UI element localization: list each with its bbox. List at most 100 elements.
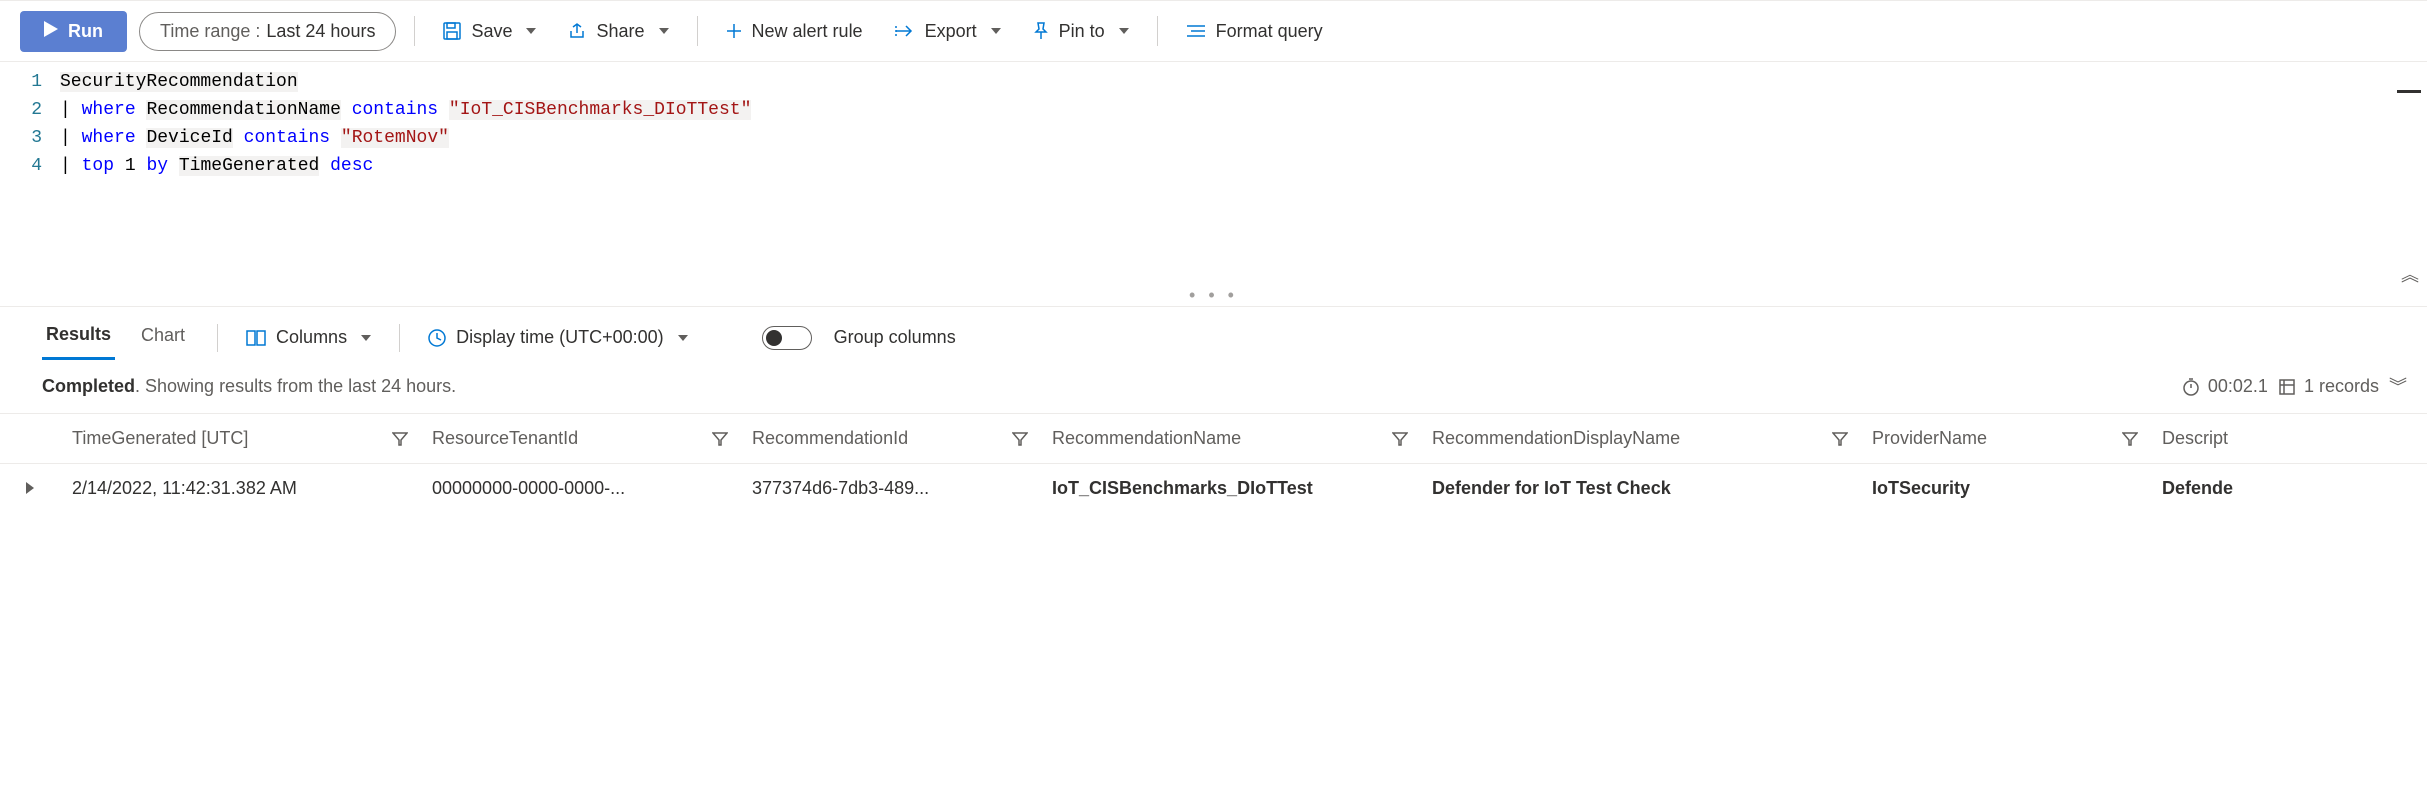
group-columns-label: Group columns <box>834 327 956 348</box>
token-string: "RotemNov" <box>341 128 449 148</box>
status-completed: Completed <box>42 376 135 396</box>
chevron-down-icon <box>1119 28 1129 34</box>
code-content[interactable]: SecurityRecommendation| where Recommenda… <box>60 68 2427 292</box>
splitter-handle[interactable]: • • • <box>0 292 2427 306</box>
token-keyword: where <box>82 128 136 148</box>
token-number: 1 <box>125 156 136 176</box>
query-toolbar: Run Time range : Last 24 hours Save Shar… <box>0 0 2427 62</box>
format-icon <box>1186 23 1206 39</box>
filter-icon[interactable] <box>712 431 728 447</box>
status-text: . Showing results from the last 24 hours… <box>135 376 456 396</box>
elapsed-value: 00:02.1 <box>2208 376 2268 397</box>
chevron-down-icon <box>361 335 371 341</box>
filter-icon[interactable] <box>2122 431 2138 447</box>
query-editor[interactable]: 1 2 3 4 SecurityRecommendation| where Re… <box>0 62 2427 292</box>
export-icon <box>895 23 915 39</box>
record-count: 1 records <box>2278 376 2379 397</box>
token-keyword: where <box>82 100 136 120</box>
cell-tenant: 00000000-0000-0000-... <box>420 464 740 514</box>
divider <box>217 324 218 352</box>
chevron-down-icon <box>526 28 536 34</box>
run-label: Run <box>68 21 103 42</box>
chevron-down-icon <box>991 28 1001 34</box>
share-button[interactable]: Share <box>558 15 678 48</box>
header-recdisplay[interactable]: RecommendationDisplayName <box>1420 414 1860 464</box>
token-keyword: by <box>146 156 168 176</box>
filter-icon[interactable] <box>392 431 408 447</box>
token-keyword: desc <box>330 156 373 176</box>
table-row[interactable]: 2/14/2022, 11:42:31.382 AM 00000000-0000… <box>0 464 2427 514</box>
format-label: Format query <box>1216 21 1323 42</box>
token-string: "IoT_CISBenchmarks_DIoTTest" <box>449 100 751 120</box>
table-header-row: TimeGenerated [UTC] ResourceTenantId Rec… <box>0 414 2427 464</box>
time-range-selector[interactable]: Time range : Last 24 hours <box>139 12 396 51</box>
cell-recid: 377374d6-7db3-489... <box>740 464 1040 514</box>
time-range-value: Last 24 hours <box>266 21 375 42</box>
filter-icon[interactable] <box>1012 431 1028 447</box>
collapse-up-icon[interactable]: ︽ <box>2401 266 2417 284</box>
results-toolbar: Results Chart Columns Display time (UTC+… <box>0 306 2427 360</box>
header-expand <box>0 414 60 464</box>
token-column: RecommendationName <box>146 100 340 120</box>
header-tenant[interactable]: ResourceTenantId <box>420 414 740 464</box>
filter-icon[interactable] <box>1832 431 1848 447</box>
results-table: TimeGenerated [UTC] ResourceTenantId Rec… <box>0 413 2427 513</box>
export-label: Export <box>925 21 977 42</box>
display-time-label: Display time (UTC+00:00) <box>456 327 664 348</box>
line-number: 4 <box>0 152 42 180</box>
header-descript[interactable]: Descript <box>2150 414 2427 464</box>
cell-recdisplay: Defender for IoT Test Check <box>1420 464 1860 514</box>
status-bar: Completed. Showing results from the last… <box>0 360 2427 413</box>
columns-icon <box>246 330 266 346</box>
display-time-button[interactable]: Display time (UTC+00:00) <box>428 327 688 348</box>
pin-icon <box>1033 22 1049 40</box>
line-number: 2 <box>0 96 42 124</box>
divider <box>697 16 698 46</box>
token-keyword: contains <box>352 100 438 120</box>
token-column: TimeGenerated <box>179 156 319 176</box>
chevron-down-icon <box>678 335 688 341</box>
format-query-button[interactable]: Format query <box>1176 15 1333 48</box>
token-keyword: top <box>82 156 114 176</box>
save-button[interactable]: Save <box>433 15 546 48</box>
line-number: 1 <box>0 68 42 96</box>
stopwatch-icon <box>2182 378 2200 396</box>
cell-provider: IoTSecurity <box>1860 464 2150 514</box>
save-icon <box>443 22 461 40</box>
expand-row-button[interactable] <box>0 464 60 514</box>
divider <box>399 324 400 352</box>
divider <box>1157 16 1158 46</box>
header-time[interactable]: TimeGenerated [UTC] <box>60 414 420 464</box>
tab-chart[interactable]: Chart <box>137 317 189 358</box>
records-icon <box>2278 378 2296 396</box>
token-keyword: contains <box>244 128 330 148</box>
new-alert-button[interactable]: New alert rule <box>716 15 873 48</box>
columns-label: Columns <box>276 327 347 348</box>
columns-button[interactable]: Columns <box>246 327 371 348</box>
run-button[interactable]: Run <box>20 11 127 52</box>
filter-icon[interactable] <box>1392 431 1408 447</box>
toggle-knob <box>766 330 782 346</box>
token-column: DeviceId <box>146 128 232 148</box>
play-icon <box>44 21 58 42</box>
elapsed-time: 00:02.1 <box>2182 376 2268 397</box>
pin-button[interactable]: Pin to <box>1023 15 1139 48</box>
share-icon <box>568 22 586 40</box>
header-provider[interactable]: ProviderName <box>1860 414 2150 464</box>
line-gutter: 1 2 3 4 <box>0 68 60 292</box>
export-button[interactable]: Export <box>885 15 1011 48</box>
header-recname[interactable]: RecommendationName <box>1040 414 1420 464</box>
tab-results[interactable]: Results <box>42 316 115 360</box>
time-range-prefix: Time range : <box>160 21 260 42</box>
pin-label: Pin to <box>1059 21 1105 42</box>
chevron-down-icon <box>659 28 669 34</box>
divider <box>414 16 415 46</box>
chevron-right-icon <box>26 482 34 494</box>
expand-down-icon[interactable]: ︾ <box>2389 378 2407 396</box>
header-recid[interactable]: RecommendationId <box>740 414 1040 464</box>
cell-time: 2/14/2022, 11:42:31.382 AM <box>60 464 420 514</box>
line-number: 3 <box>0 124 42 152</box>
minimize-icon[interactable] <box>2397 90 2421 93</box>
cell-recname: IoT_CISBenchmarks_DIoTTest <box>1040 464 1420 514</box>
group-columns-toggle[interactable] <box>762 326 812 350</box>
